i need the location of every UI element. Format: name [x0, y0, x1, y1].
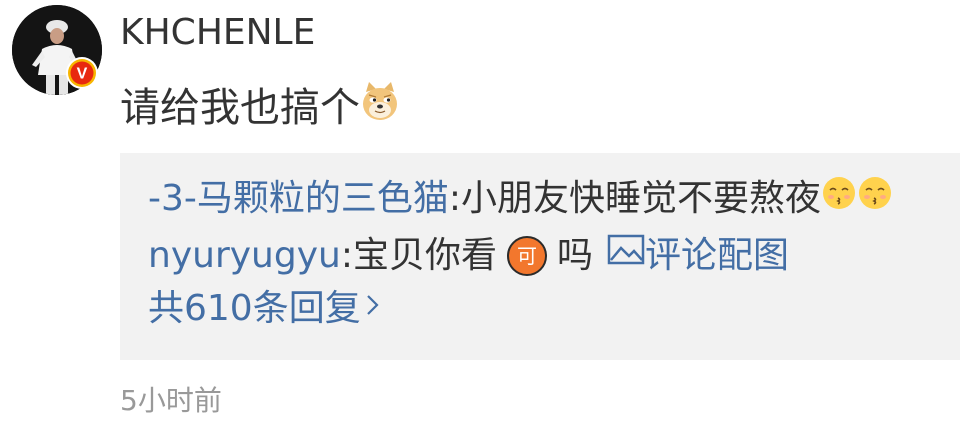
ke-badge-icon: 可 [507, 235, 547, 276]
replies-panel: -3-马颗粒的三色猫: 小朋友快睡觉不要熬夜 nyuryugyu: 宝贝你看 可… [120, 153, 960, 360]
comment-body: 请给我也搞个 [120, 84, 360, 131]
more-replies-link[interactable]: 共610条回复 [148, 287, 381, 331]
svg-text:V: V [77, 66, 88, 83]
reply-separator: : [340, 234, 353, 276]
kiss-emoji-icon [821, 175, 857, 222]
reply-separator: : [448, 177, 462, 219]
reply-author-link[interactable]: -3-马颗粒的三色猫 [148, 177, 449, 221]
kiss-emoji-icon [857, 175, 893, 222]
doge-emoji-icon [360, 80, 400, 135]
comment-text: 请给我也搞个 [120, 80, 400, 135]
image-icon [607, 233, 645, 278]
chevron-right-icon [365, 287, 381, 331]
username-link[interactable]: KHCHENLE [120, 12, 315, 54]
comment-image-label: 评论配图 [645, 234, 790, 276]
comment-timestamp: 5小时前 [120, 384, 222, 417]
reply-text-after: 吗 [557, 234, 594, 276]
reply-author-link[interactable]: nyuryugyu [148, 234, 341, 278]
reply-text: 宝贝你看 [352, 234, 497, 276]
reply-text: 小朋友快睡觉不要熬夜 [461, 177, 822, 219]
reply-item: -3-马颗粒的三色猫: 小朋友快睡觉不要熬夜 [148, 175, 893, 222]
verified-badge-icon: V [66, 57, 98, 89]
more-replies-label: 共610条回复 [148, 288, 361, 329]
reply-item: nyuryugyu: 宝贝你看 可 吗 评论配图 [148, 233, 789, 278]
comment-image-link[interactable]: 评论配图 [607, 233, 789, 278]
